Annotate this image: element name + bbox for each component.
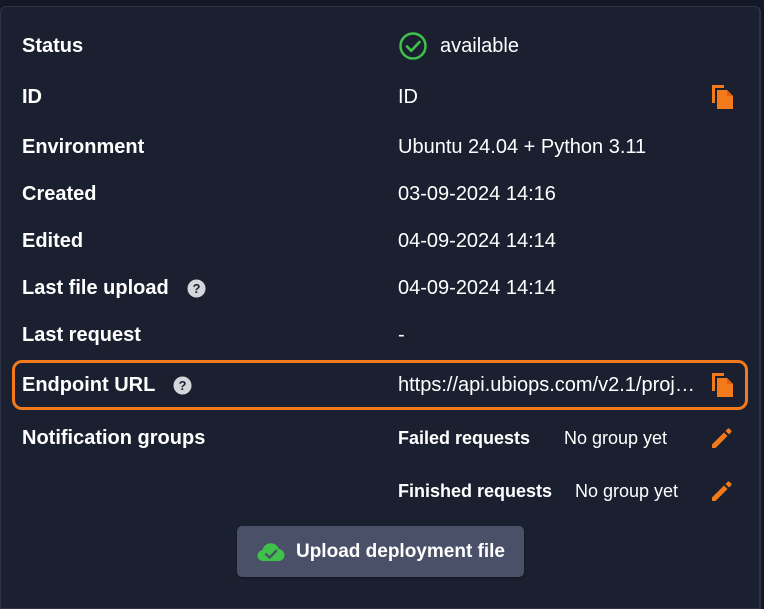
help-icon[interactable]: ? bbox=[173, 375, 192, 395]
upload-button-label: Upload deployment file bbox=[295, 540, 506, 562]
endpoint-url-value[interactable]: https://api.ubiops.com/v2.1/projects bbox=[398, 374, 704, 397]
copy-icon[interactable] bbox=[708, 371, 736, 399]
id-label: ID bbox=[22, 85, 42, 108]
status-text: available bbox=[440, 34, 519, 57]
environment-row: Environment Ubuntu 24.04 + Python 3.11 bbox=[0, 130, 764, 164]
copy-icon[interactable] bbox=[708, 83, 736, 111]
last-file-upload-value: 04-09-2024 14:14 bbox=[398, 276, 556, 299]
last-file-upload-label: Last file upload ? bbox=[22, 277, 206, 300]
last-request-label: Last request bbox=[22, 323, 141, 346]
status-row: Status available bbox=[0, 29, 764, 63]
svg-text:?: ? bbox=[192, 280, 200, 295]
help-icon[interactable]: ? bbox=[187, 278, 206, 298]
edited-label: Edited bbox=[22, 229, 84, 252]
environment-value: Ubuntu 24.04 + Python 3.11 bbox=[398, 135, 647, 158]
status-label: Status bbox=[22, 34, 84, 57]
environment-label: Environment bbox=[22, 135, 145, 158]
pencil-icon[interactable] bbox=[709, 478, 735, 504]
last-request-value: - bbox=[398, 323, 405, 346]
last-request-row: Last request - bbox=[0, 318, 764, 352]
status-value: available bbox=[398, 31, 519, 61]
failed-requests-label: Failed requests bbox=[398, 427, 531, 448]
notification-groups-row: Notification groups Failed requests No g… bbox=[0, 421, 764, 455]
created-label: Created bbox=[22, 182, 97, 205]
created-row: Created 03-09-2024 14:16 bbox=[0, 177, 764, 211]
finished-requests-value: No group yet bbox=[575, 480, 679, 501]
id-value: ID bbox=[398, 85, 418, 108]
edited-row: Edited 04-09-2024 14:14 bbox=[0, 224, 764, 258]
cloud-upload-icon bbox=[257, 542, 285, 561]
last-file-upload-text: Last file upload bbox=[22, 276, 169, 299]
notification-groups-label: Notification groups bbox=[22, 426, 206, 449]
failed-requests-value: No group yet bbox=[564, 427, 668, 448]
finished-requests-label: Finished requests bbox=[398, 480, 553, 501]
endpoint-url-label: Endpoint URL ? bbox=[22, 374, 192, 397]
endpoint-url-link[interactable]: https://api.ubiops.com/v2.1/projects bbox=[398, 374, 704, 397]
edited-value: 04-09-2024 14:14 bbox=[398, 229, 556, 252]
created-value: 03-09-2024 14:16 bbox=[398, 182, 556, 205]
id-row: ID ID bbox=[0, 80, 764, 114]
pencil-icon[interactable] bbox=[709, 425, 735, 451]
finished-requests-row: Finished requests No group yet bbox=[0, 474, 764, 508]
upload-deployment-file-button[interactable]: Upload deployment file bbox=[237, 526, 524, 577]
endpoint-url-text: Endpoint URL bbox=[22, 373, 156, 396]
check-circle-icon bbox=[399, 32, 427, 60]
last-file-upload-row: Last file upload ? 04-09-2024 14:14 bbox=[0, 271, 764, 305]
endpoint-url-row: Endpoint URL ? https://api.ubiops.com/v2… bbox=[0, 368, 764, 402]
svg-text:?: ? bbox=[179, 377, 187, 392]
